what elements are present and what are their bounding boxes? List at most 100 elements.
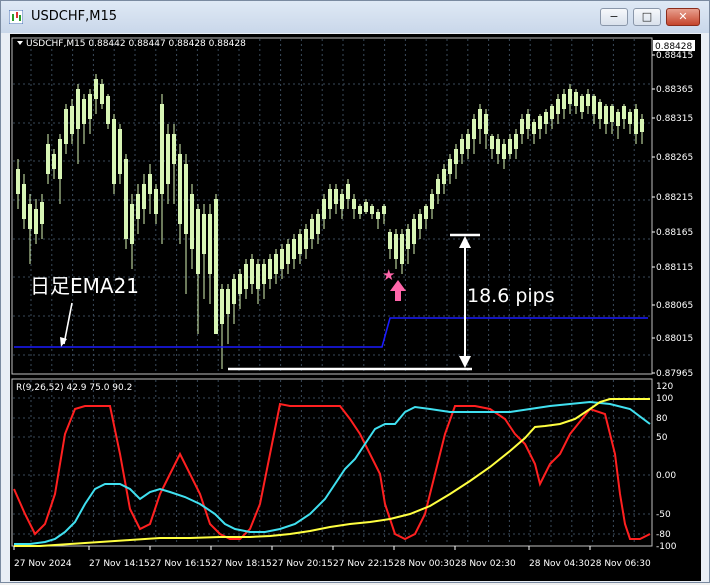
candlestick bbox=[202, 204, 206, 299]
candlestick bbox=[64, 104, 68, 154]
indicator-tick: -80 bbox=[656, 530, 671, 540]
ema-line bbox=[14, 317, 648, 348]
ema-label: 日足EMA21 bbox=[30, 274, 139, 298]
ema-pointer-arrowhead bbox=[60, 337, 67, 347]
candlestick bbox=[484, 109, 488, 149]
candlestick bbox=[166, 124, 170, 204]
candlestick bbox=[172, 124, 176, 204]
time-tick: 28 Nov 02:30 bbox=[455, 559, 516, 569]
candlestick bbox=[190, 184, 194, 269]
candlestick bbox=[406, 224, 410, 264]
price-axis: 0.88415 0.88365 0.88315 0.88265 0.88215 0.881… bbox=[652, 51, 693, 379]
ema-pointer-line bbox=[63, 302, 73, 345]
candlestick bbox=[634, 104, 638, 144]
candlestick bbox=[454, 144, 458, 179]
candlestick bbox=[502, 139, 506, 169]
candlestick bbox=[394, 229, 398, 269]
candlestick bbox=[88, 89, 92, 134]
current-price-label: 0.88428 bbox=[655, 42, 692, 52]
candlestick bbox=[628, 109, 632, 134]
candlestick bbox=[286, 239, 290, 274]
indicator-tick: 100 bbox=[656, 394, 673, 404]
candlestick bbox=[466, 129, 470, 159]
chart-svg[interactable]: USDCHF,M15 0.88442 0.88447 0.88428 0.884… bbox=[10, 34, 701, 581]
candlestick bbox=[310, 214, 314, 249]
indicator-axis: 120 100 80 50 0.00 -50 -80 -100 bbox=[656, 382, 677, 552]
indicator-tick: 120 bbox=[656, 382, 673, 392]
close-button[interactable]: ✕ bbox=[666, 8, 700, 26]
candlestick bbox=[514, 129, 518, 159]
window-title: USDCHF,M15 bbox=[31, 9, 117, 24]
candlestick bbox=[58, 134, 62, 204]
candlestick bbox=[640, 114, 644, 144]
candlestick bbox=[256, 259, 260, 304]
indicator-tick: 0.00 bbox=[656, 471, 676, 481]
candlestick bbox=[562, 89, 566, 119]
candlestick bbox=[412, 214, 416, 254]
candlestick bbox=[112, 114, 116, 194]
candlestick bbox=[508, 134, 512, 159]
candlestick bbox=[82, 94, 86, 144]
candlestick bbox=[520, 114, 524, 144]
chart-icon bbox=[9, 10, 23, 24]
time-tick: 27 Nov 22:15 bbox=[333, 559, 394, 569]
candlestick bbox=[142, 174, 146, 224]
candlestick bbox=[388, 229, 392, 259]
candlestick bbox=[478, 104, 482, 144]
price-tick: 0.88065 bbox=[656, 301, 693, 311]
pips-arrow-down bbox=[459, 356, 471, 368]
candlestick bbox=[622, 104, 626, 129]
candlestick bbox=[124, 154, 128, 249]
candlestick bbox=[250, 254, 254, 294]
title-bar[interactable]: USDCHF,M15 − □ ✕ bbox=[1, 1, 709, 33]
minimize-button[interactable]: − bbox=[600, 8, 628, 26]
price-tick: 0.88265 bbox=[656, 153, 693, 163]
time-tick: 28 Nov 00:30 bbox=[394, 559, 455, 569]
time-tick: 27 Nov 16:15 bbox=[150, 559, 211, 569]
candlestick bbox=[538, 114, 542, 139]
time-tick: 27 Nov 18:15 bbox=[211, 559, 272, 569]
candlestick bbox=[580, 94, 584, 119]
candlestick bbox=[94, 74, 98, 114]
candlestick bbox=[148, 164, 152, 214]
candlestick bbox=[136, 184, 140, 234]
candlestick bbox=[400, 229, 404, 274]
time-tick: 28 Nov 06:30 bbox=[590, 559, 651, 569]
candlestick bbox=[274, 249, 278, 284]
candlestick bbox=[40, 194, 44, 239]
time-tick: 27 Nov 2024 bbox=[14, 559, 72, 569]
candlestick bbox=[496, 134, 500, 164]
menu-triangle-icon[interactable] bbox=[17, 41, 23, 45]
candlestick bbox=[322, 194, 326, 229]
time-tick: 27 Nov 14:15 bbox=[89, 559, 150, 569]
candlestick bbox=[418, 209, 422, 239]
candlestick bbox=[22, 174, 26, 229]
candlestick bbox=[574, 89, 578, 114]
candlestick bbox=[238, 269, 242, 309]
time-tick: 27 Nov 20:15 bbox=[272, 559, 333, 569]
candlestick bbox=[214, 194, 218, 334]
candlestick bbox=[442, 164, 446, 194]
candlestick bbox=[346, 179, 350, 209]
chart-area[interactable]: USDCHF,M15 0.88442 0.88447 0.88428 0.884… bbox=[10, 34, 701, 581]
candlestick bbox=[586, 89, 590, 114]
candlestick bbox=[376, 209, 380, 229]
candlestick bbox=[196, 204, 200, 334]
candlestick bbox=[382, 204, 386, 224]
price-tick: 0.88415 bbox=[656, 51, 693, 61]
candlestick bbox=[424, 204, 428, 229]
sub-chart-frame bbox=[11, 378, 653, 547]
candlestick bbox=[76, 84, 80, 164]
candlestick bbox=[226, 284, 230, 344]
time-tick: 28 Nov 04:30 bbox=[529, 559, 590, 569]
candlestick bbox=[448, 154, 452, 184]
candlestick bbox=[220, 284, 224, 369]
candlestick bbox=[106, 94, 110, 129]
candlestick bbox=[298, 229, 302, 264]
candlestick bbox=[556, 94, 560, 124]
maximize-button[interactable]: □ bbox=[633, 8, 661, 26]
pips-label: 18.6 pips bbox=[467, 285, 555, 307]
candlestick bbox=[616, 109, 620, 139]
candlestick bbox=[358, 204, 362, 219]
pips-arrow-up bbox=[459, 236, 471, 248]
